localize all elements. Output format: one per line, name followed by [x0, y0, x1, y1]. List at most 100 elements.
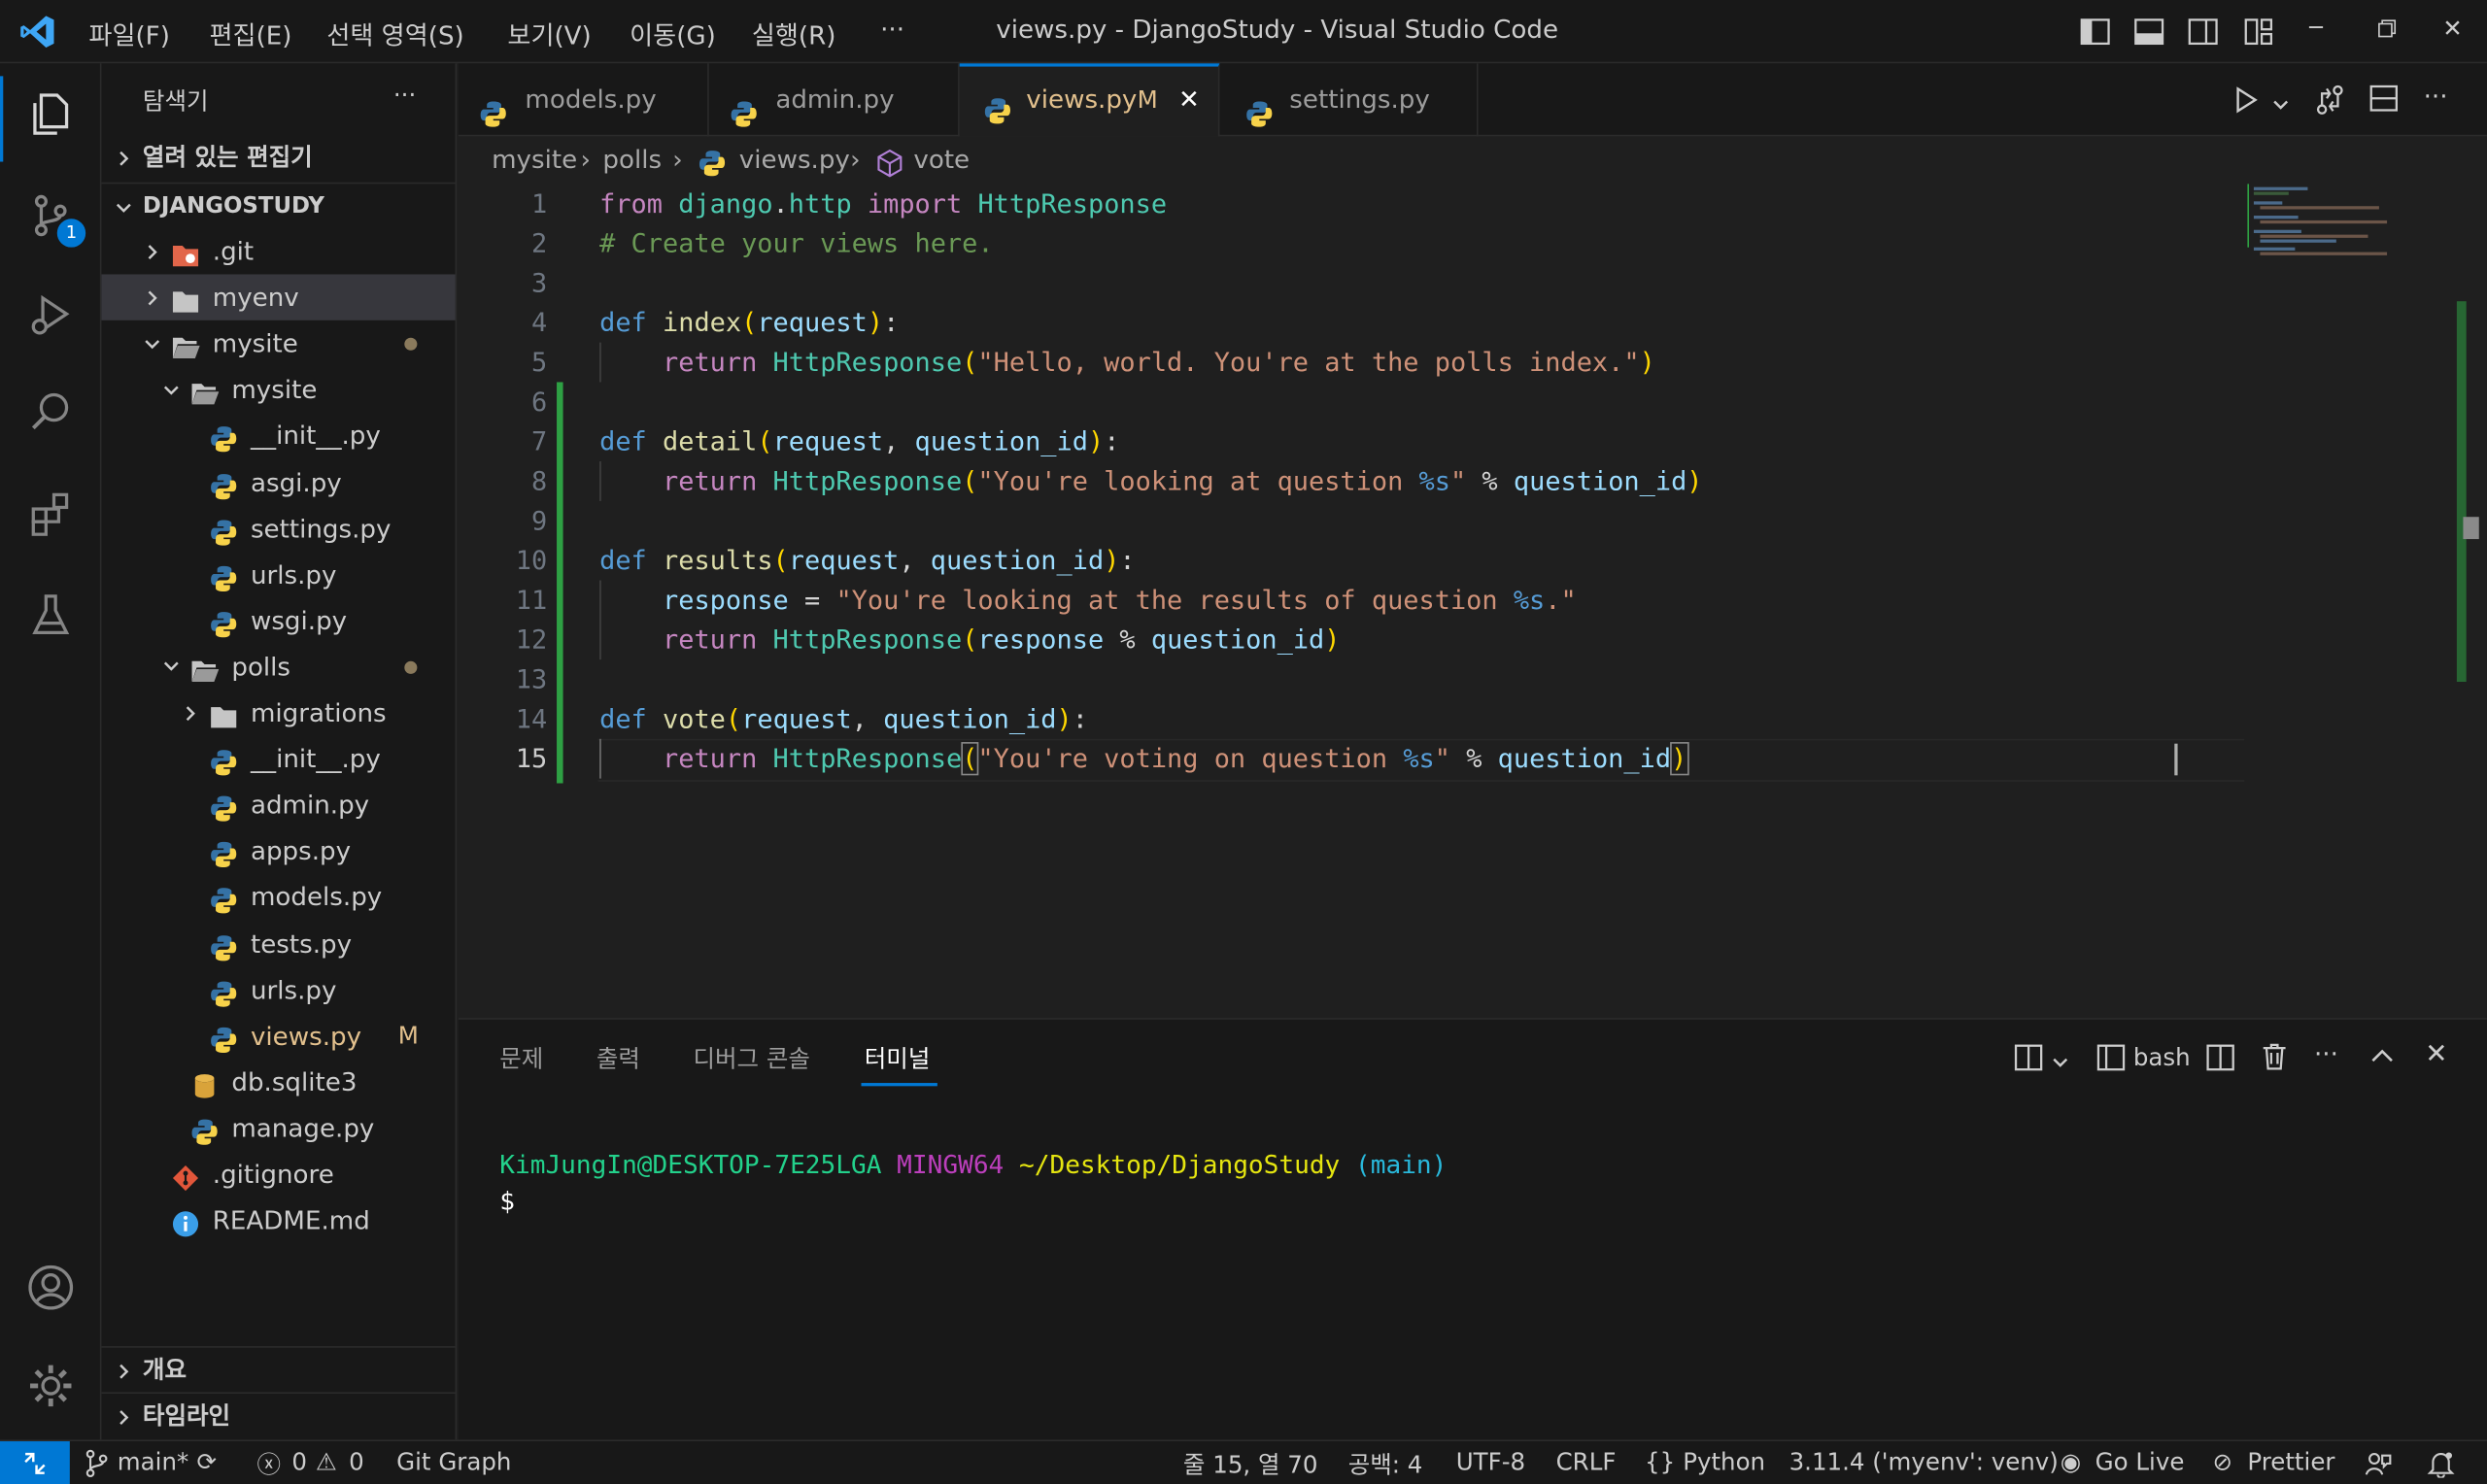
tree-item-settings-file[interactable]: settings.py: [101, 505, 455, 551]
terminal-dropdown-icon[interactable]: [2051, 1048, 2070, 1078]
tab-output[interactable]: 출력: [596, 1042, 640, 1075]
run-dropdown-icon[interactable]: [2271, 90, 2291, 120]
sync-icon[interactable]: ⟳: [196, 1448, 217, 1476]
encoding[interactable]: UTF-8: [1456, 1448, 1525, 1476]
panel-more-icon[interactable]: ···: [2314, 1038, 2338, 1068]
tree-item-init-file[interactable]: __init__.py: [101, 736, 455, 782]
tab-terminal[interactable]: 터미널: [865, 1042, 931, 1075]
close-tab-icon[interactable]: ✕: [1178, 67, 1200, 134]
tree-item-gitignore-file[interactable]: .gitignore: [101, 1151, 455, 1197]
prettier-button[interactable]: Prettier: [2247, 1448, 2334, 1476]
prettier-icon[interactable]: ⊘: [2212, 1448, 2232, 1476]
tab-models[interactable]: models.py: [459, 63, 709, 137]
restore-icon[interactable]: [2376, 16, 2399, 46]
menu-go[interactable]: 이동(G): [630, 15, 716, 52]
toggle-secondary-sidebar-icon[interactable]: [2187, 16, 2219, 53]
breadcrumb-item[interactable]: mysite: [492, 136, 577, 184]
breadcrumb-item[interactable]: vote: [913, 136, 970, 184]
source-control-icon[interactable]: 1: [19, 184, 86, 248]
extensions-icon[interactable]: [19, 482, 83, 545]
minimize-icon[interactable]: ─: [2309, 16, 2323, 41]
branch-status[interactable]: main*: [118, 1448, 188, 1476]
tree-item-mysite-subfolder[interactable]: mysite: [101, 367, 455, 413]
new-terminal-split-icon[interactable]: [2013, 1042, 2045, 1080]
close-window-icon[interactable]: ✕: [2442, 15, 2463, 43]
tab-settings[interactable]: settings.py: [1219, 63, 1479, 137]
menu-selection[interactable]: 선택 영역(S): [326, 15, 463, 52]
settings-gear-icon[interactable]: [19, 1354, 83, 1417]
trash-icon[interactable]: [2259, 1040, 2291, 1078]
editor-more-icon[interactable]: ···: [2424, 81, 2448, 111]
menu-edit[interactable]: 편집(E): [210, 15, 292, 52]
warning-count[interactable]: 0: [349, 1448, 364, 1476]
tree-item-urls-file[interactable]: urls.py: [101, 966, 455, 1012]
split-editor-icon[interactable]: [2368, 83, 2400, 120]
scrollbar-thumb[interactable]: [2463, 517, 2479, 540]
open-changes-icon[interactable]: [2314, 84, 2346, 122]
workspace-root[interactable]: DJANGOSTUDY: [101, 182, 456, 228]
cursor-position[interactable]: 줄 15, 열 70: [1183, 1448, 1318, 1481]
tree-item-readme-file[interactable]: README.md: [101, 1197, 455, 1243]
git-graph-button[interactable]: Git Graph: [396, 1448, 511, 1476]
broadcast-icon[interactable]: ◉: [2061, 1448, 2081, 1476]
error-count[interactable]: 0: [291, 1448, 307, 1476]
code-editor[interactable]: 1 2 3 4 5 6 7 8 9 10 11 12 13 14 15 from django.http i…: [459, 184, 2487, 1018]
tree-item-urls-file[interactable]: urls.py: [101, 552, 455, 597]
explorer-more-button[interactable]: ···: [393, 81, 416, 109]
python-interpreter[interactable]: 3.11.4 ('myenv': venv): [1789, 1448, 2059, 1476]
accounts-icon[interactable]: [19, 1256, 83, 1319]
tree-item-models-file[interactable]: models.py: [101, 874, 455, 920]
shell-name[interactable]: bash: [2133, 1043, 2191, 1071]
braces-icon[interactable]: {}: [1645, 1448, 1675, 1476]
breadcrumb-item[interactable]: views.py: [739, 136, 850, 184]
terminal-icon[interactable]: [2095, 1042, 2128, 1080]
notifications-bell-icon[interactable]: [2427, 1449, 2455, 1484]
menu-more[interactable]: ···: [880, 15, 904, 45]
warning-icon[interactable]: ⚠: [316, 1448, 337, 1476]
open-editors-section[interactable]: 열려 있는 편집기: [101, 135, 455, 181]
tree-item-polls-folder[interactable]: polls: [101, 644, 455, 690]
terminal-output[interactable]: KimJungIn@DESKTOP-7E25LGA MINGW64 ~/Desk…: [499, 1150, 1447, 1180]
feedback-icon[interactable]: [2364, 1449, 2392, 1484]
tab-debug-console[interactable]: 디버그 콘솔: [693, 1042, 809, 1075]
tree-item-views-file[interactable]: views.py M: [101, 1013, 455, 1059]
timeline-section[interactable]: 타임라인: [101, 1392, 456, 1437]
maximize-panel-icon[interactable]: [2369, 1043, 2395, 1075]
tree-item-manage-file[interactable]: manage.py: [101, 1105, 455, 1151]
tree-item-db-file[interactable]: db.sqlite3: [101, 1059, 455, 1104]
run-file-icon[interactable]: [2231, 85, 2260, 120]
split-terminal-icon[interactable]: [2204, 1042, 2236, 1080]
toggle-panel-icon[interactable]: [2133, 16, 2165, 53]
search-icon[interactable]: [19, 381, 83, 444]
close-panel-icon[interactable]: ✕: [2425, 1038, 2447, 1070]
tree-item-myenv-folder[interactable]: myenv: [101, 274, 456, 320]
testing-icon[interactable]: [19, 584, 83, 647]
indentation[interactable]: 공백: 4: [1348, 1448, 1423, 1481]
line-ending[interactable]: CRLF: [1556, 1448, 1617, 1476]
tree-item-migrations-folder[interactable]: migrations: [101, 690, 455, 735]
menu-view[interactable]: 보기(V): [507, 15, 591, 52]
language-mode[interactable]: Python: [1683, 1448, 1765, 1476]
menu-run[interactable]: 실행(R): [752, 15, 836, 52]
tree-item-mysite-folder[interactable]: mysite: [101, 320, 455, 366]
tree-item-init-file[interactable]: __init__.py: [101, 413, 455, 458]
run-debug-icon[interactable]: [19, 283, 83, 346]
outline-section[interactable]: 개요: [101, 1346, 456, 1392]
tree-item-tests-file[interactable]: tests.py: [101, 921, 455, 966]
tree-item-apps-file[interactable]: apps.py: [101, 828, 455, 874]
customize-layout-icon[interactable]: [2242, 16, 2274, 53]
minimap[interactable]: [2244, 184, 2467, 255]
tab-problems[interactable]: 문제: [499, 1042, 543, 1075]
tab-views[interactable]: views.py M ✕: [959, 63, 1220, 137]
menu-file[interactable]: 파일(F): [88, 15, 169, 52]
breadcrumb-item[interactable]: polls: [602, 136, 662, 184]
go-live-button[interactable]: Go Live: [2095, 1448, 2185, 1476]
tree-item-wsgi-file[interactable]: wsgi.py: [101, 597, 455, 643]
tree-item-asgi-file[interactable]: asgi.py: [101, 459, 455, 505]
tab-admin[interactable]: admin.py: [709, 63, 960, 137]
remote-button[interactable]: [0, 1441, 70, 1484]
error-icon[interactable]: ⓧ: [256, 1448, 281, 1481]
toggle-sidebar-icon[interactable]: [2079, 16, 2111, 53]
explorer-icon[interactable]: [19, 83, 83, 146]
tree-item-git-folder[interactable]: .git: [101, 228, 455, 274]
